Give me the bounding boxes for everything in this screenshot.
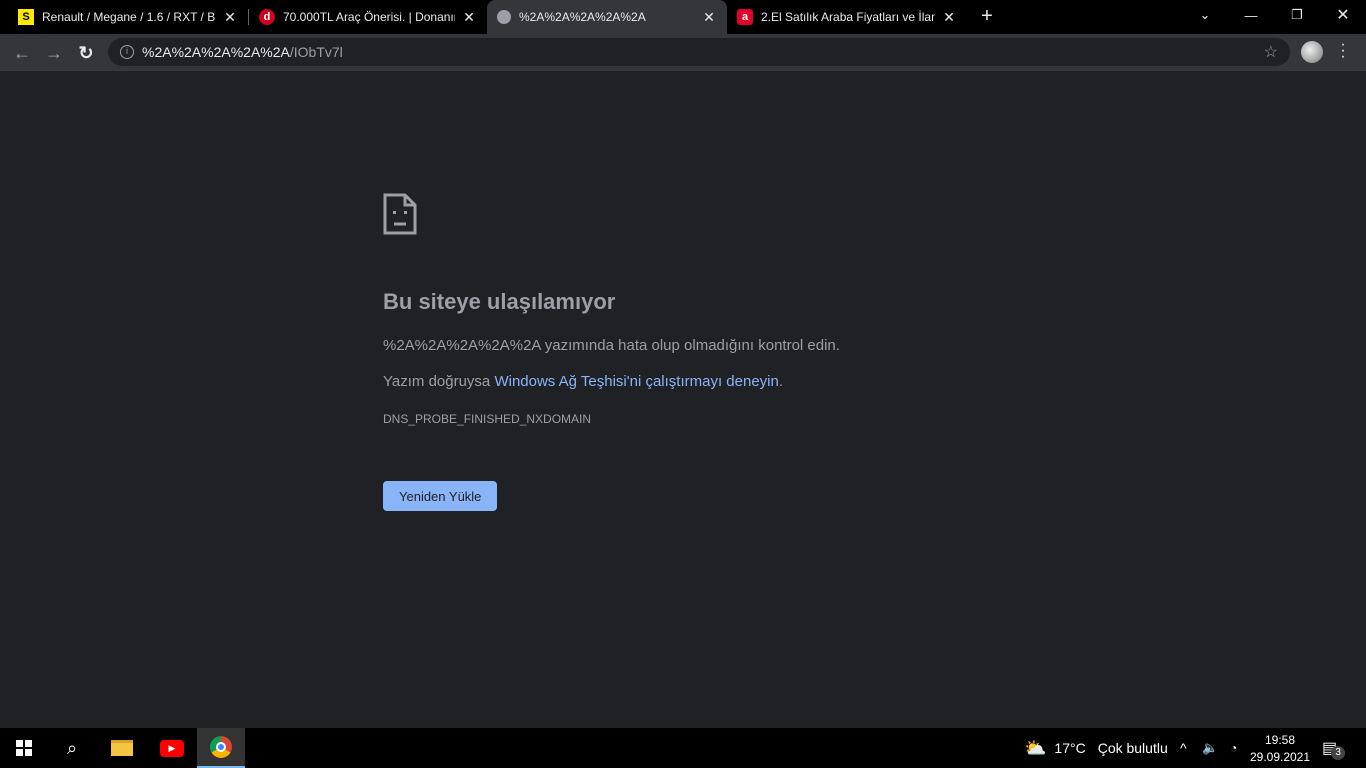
- error-page: Bu siteye ulaşılamıyor %2A%2A%2A%2A%2A y…: [383, 193, 840, 511]
- suggestion-text: Yazım doğruysa: [383, 373, 495, 390]
- tab-donanimhaber[interactable]: d 70.000TL Araç Önerisi. | Donanım ✕: [249, 0, 487, 34]
- reload-button[interactable]: ↻: [73, 40, 99, 66]
- error-suggestion: Yazım doğruysa Windows Ağ Teşhisi'ni çal…: [383, 373, 840, 390]
- temperature: 17°C: [1054, 740, 1086, 756]
- show-hidden-icons-button[interactable]: ^: [1180, 728, 1187, 768]
- folder-icon: [111, 740, 133, 756]
- back-button[interactable]: ←: [9, 40, 35, 66]
- network-diagnostics-link[interactable]: Windows Ağ Teşhisi'ni çalıştırmayı deney…: [494, 373, 778, 390]
- reload-page-button[interactable]: Yeniden Yükle: [383, 481, 498, 511]
- restore-button[interactable]: ❐: [1274, 0, 1320, 30]
- error-code: DNS_PROBE_FINISHED_NXDOMAIN: [383, 412, 592, 426]
- new-tab-button[interactable]: +: [976, 5, 998, 28]
- search-icon: ⌕: [66, 737, 78, 758]
- date: 29.09.2021: [1249, 749, 1311, 764]
- close-tab-icon[interactable]: ✕: [701, 9, 717, 26]
- chrome-button[interactable]: [197, 728, 245, 768]
- globe-icon: [497, 10, 511, 24]
- chrome-icon: [210, 736, 232, 758]
- minimize-button[interactable]: —: [1228, 0, 1274, 30]
- close-window-button[interactable]: ✕: [1320, 0, 1366, 30]
- action-center-button[interactable]: ▤ 3: [1322, 728, 1346, 768]
- donanimhaber-icon: d: [259, 9, 275, 25]
- clock[interactable]: 19:58 29.09.2021: [1250, 728, 1310, 768]
- toolbar: ← → ↻ i %2A%2A%2A%2A%2A/IObTv7l ☆: [0, 34, 1366, 71]
- youtube-icon: ▶: [160, 739, 184, 757]
- tab-arabam[interactable]: a 2.El Satılık Araba Fiyatları ve İlanla…: [727, 0, 967, 34]
- suggestion-suffix: .: [778, 373, 784, 390]
- weather-widget[interactable]: ⛅ 17°C Çok bulutlu: [1024, 728, 1168, 768]
- sahibinden-icon: S: [18, 9, 34, 25]
- taskbar: ⌕ ▶ ⛅ 17°C Çok bulutlu ^ 🔈 ◔ 19:58 29.09…: [0, 728, 1366, 768]
- tab-title: %2A%2A%2A%2A%2A: [519, 10, 646, 24]
- time: 19:58: [1264, 732, 1296, 747]
- profile-avatar[interactable]: [1301, 41, 1323, 63]
- error-heading: Bu siteye ulaşılamıyor: [383, 289, 616, 314]
- forward-button[interactable]: →: [41, 40, 67, 66]
- wifi-icon: ◔: [1230, 741, 1238, 755]
- network-button[interactable]: ◔: [1230, 728, 1237, 768]
- search-button[interactable]: ⌕: [48, 728, 96, 768]
- tab-strip: S Renault / Megane / 1.6 / RXT / BE ✕ d …: [0, 0, 1366, 34]
- info-icon[interactable]: i: [120, 45, 134, 59]
- tab-search-button[interactable]: ⌄: [1182, 0, 1228, 30]
- close-tab-icon[interactable]: ✕: [222, 9, 238, 26]
- volume-button[interactable]: 🔈: [1202, 728, 1218, 768]
- start-button[interactable]: [0, 728, 48, 768]
- address-bar[interactable]: i %2A%2A%2A%2A%2A/IObTv7l ☆: [108, 38, 1290, 66]
- tab-title: 2.El Satılık Araba Fiyatları ve İlanla: [761, 10, 935, 24]
- chevron-up-icon: ^: [1180, 740, 1187, 756]
- url-host: %2A%2A%2A%2A%2A: [142, 44, 290, 60]
- menu-icon[interactable]: · · ·: [1337, 37, 1349, 65]
- tab-title: 70.000TL Araç Önerisi. | Donanım: [283, 10, 455, 24]
- bookmark-star-icon[interactable]: ☆: [1264, 42, 1278, 62]
- close-tab-icon[interactable]: ✕: [941, 9, 957, 26]
- speaker-icon: 🔈: [1202, 740, 1219, 755]
- file-explorer-button[interactable]: [98, 728, 146, 768]
- close-tab-icon[interactable]: ✕: [461, 9, 477, 26]
- tab-title: Renault / Megane / 1.6 / RXT / BE: [42, 10, 216, 24]
- windows-icon: [16, 740, 32, 756]
- notification-count: 3: [1331, 746, 1346, 760]
- tab-sahibinden[interactable]: S Renault / Megane / 1.6 / RXT / BE ✕: [8, 0, 248, 34]
- tab-active[interactable]: %2A%2A%2A%2A%2A ✕: [487, 0, 727, 34]
- youtube-button[interactable]: ▶: [148, 728, 196, 768]
- error-message: %2A%2A%2A%2A%2A yazımında hata olup olma…: [383, 337, 840, 354]
- sad-page-icon: [383, 193, 417, 235]
- arabam-icon: a: [737, 9, 753, 25]
- url-path: /IObTv7l: [289, 44, 343, 60]
- weather-condition: Çok bulutlu: [1097, 740, 1168, 756]
- partly-cloudy-icon: ⛅: [1024, 737, 1047, 758]
